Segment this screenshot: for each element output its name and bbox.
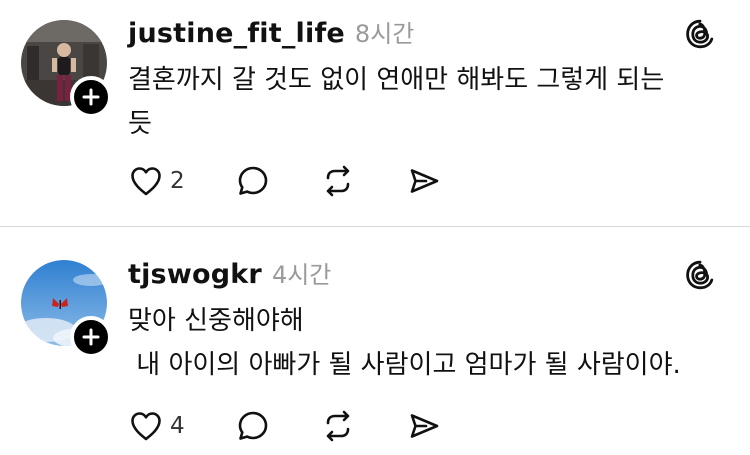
username[interactable]: justine_fit_life [128, 18, 345, 49]
username[interactable]: tjswogkr [128, 259, 262, 290]
repost-icon [326, 165, 350, 197]
like-count: 2 [170, 168, 185, 194]
heart-icon [131, 167, 161, 196]
post-header: tjswogkr 4시간 [128, 255, 331, 290]
thread-post: tjswogkr 4시간 맞아 신중해야해 내 아이의 아빠가 될 사람이고 엄… [0, 227, 750, 455]
like-button[interactable]: 2 [128, 161, 235, 201]
post-text-line: 듯 [128, 109, 152, 139]
timestamp: 4시간 [271, 261, 332, 289]
action-bar: 4 [128, 406, 446, 446]
like-button[interactable]: 4 [128, 406, 235, 446]
share-icon [410, 414, 439, 438]
post-text-line: 내 아이의 아빠가 될 사람이고 엄마가 될 사람이야. [128, 350, 681, 380]
threads-logo-icon[interactable] [684, 259, 716, 291]
post-text: 결혼까지 갈 것도 없이 연애만 해봐도 그렇게 되는 듯 [128, 58, 720, 146]
post-text-line: 맞아 신중해야해 [128, 306, 304, 336]
repost-button[interactable] [320, 406, 406, 446]
comment-icon [238, 411, 268, 440]
avatar[interactable] [21, 20, 112, 118]
repost-button[interactable] [320, 161, 406, 201]
post-header: justine_fit_life 8시간 [128, 14, 414, 49]
threads-logo-icon[interactable] [684, 18, 716, 50]
timestamp: 8시간 [354, 20, 415, 48]
post-text: 맞아 신중해야해 내 아이의 아빠가 될 사람이고 엄마가 될 사람이야. [128, 299, 720, 387]
share-button[interactable] [406, 161, 446, 201]
avatar[interactable] [21, 260, 112, 358]
share-icon [410, 169, 439, 193]
action-bar: 2 [128, 161, 446, 201]
thread-post: justine_fit_life 8시간 결혼까지 갈 것도 없이 연애만 해봐… [0, 0, 750, 226]
plus-icon[interactable] [70, 316, 112, 358]
comment-button[interactable] [235, 406, 320, 446]
like-count: 4 [170, 413, 185, 439]
share-button[interactable] [406, 406, 446, 446]
post-text-line: 결혼까지 갈 것도 없이 연애만 해봐도 그렇게 되는 [128, 65, 665, 95]
comment-button[interactable] [235, 161, 320, 201]
plus-icon[interactable] [70, 76, 112, 118]
comment-icon [238, 166, 268, 195]
heart-icon [131, 412, 161, 441]
repost-icon [326, 410, 350, 442]
